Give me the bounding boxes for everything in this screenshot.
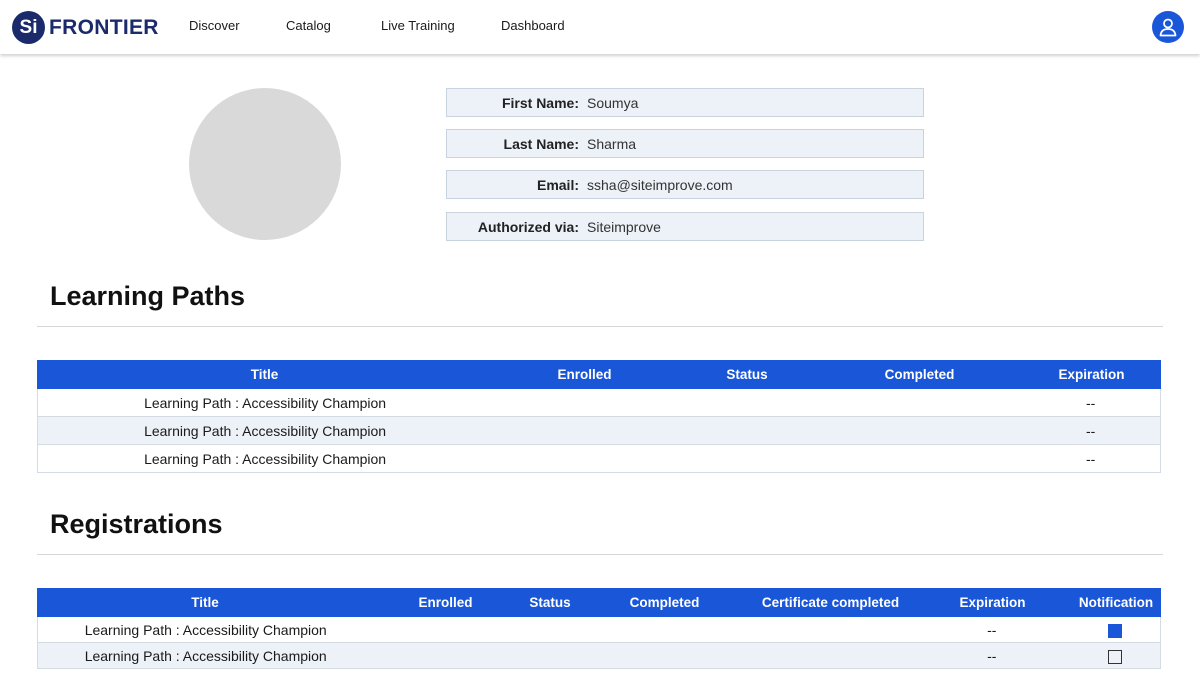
column-header-notification[interactable]: Notification [1071, 595, 1161, 610]
user-icon [1159, 18, 1177, 37]
row-title[interactable]: Learning Path : Accessibility Champion [38, 451, 492, 467]
column-header-enrolled[interactable]: Enrolled [492, 367, 677, 382]
row-notification [1070, 647, 1160, 664]
registrations-header-row: Title Enrolled Status Completed Certific… [37, 588, 1161, 617]
column-header-completed[interactable]: Completed [582, 595, 747, 610]
learning-paths-divider [37, 326, 1163, 327]
logo-text: FRONTIER [49, 15, 159, 39]
notification-checkbox[interactable] [1108, 649, 1123, 664]
column-header-status[interactable]: Status [518, 595, 582, 610]
email-label: Email: [536, 176, 579, 193]
column-header-title[interactable]: Title [37, 595, 373, 610]
row-title[interactable]: Learning Path : Accessibility Champion [38, 622, 373, 638]
registrations-table: Title Enrolled Status Completed Certific… [37, 588, 1161, 669]
column-header-expiration[interactable]: Expiration [914, 595, 1071, 610]
table-row[interactable]: Learning Path : Accessibility Champion -… [37, 389, 1161, 417]
row-expiration: -- [987, 621, 997, 638]
column-header-certificate-completed[interactable]: Certificate completed [747, 595, 914, 610]
row-notification [1070, 621, 1160, 638]
first-name-value: Soumya [587, 94, 639, 111]
learning-paths-table: Title Enrolled Status Completed Expirati… [37, 360, 1161, 473]
notification-checkbox[interactable] [1108, 623, 1123, 638]
row-expiration: -- [1085, 450, 1096, 467]
nav-live-training[interactable]: Live Training [381, 18, 455, 33]
logo-badge: Si [12, 11, 45, 44]
table-row[interactable]: Learning Path : Accessibility Champion -… [37, 643, 1161, 669]
row-title[interactable]: Learning Path : Accessibility Champion [38, 648, 373, 664]
table-row[interactable]: Learning Path : Accessibility Champion -… [37, 445, 1161, 473]
email-field: Email: ssha@siteimprove.com [446, 170, 924, 199]
last-name-field: Last Name: Sharma [446, 129, 924, 158]
first-name-field: First Name: Soumya [446, 88, 924, 117]
last-name-label: Last Name: [503, 135, 579, 152]
row-expiration: -- [1085, 394, 1096, 411]
authorized-via-value: Siteimprove [587, 218, 661, 235]
user-account-button[interactable] [1152, 11, 1184, 43]
row-title[interactable]: Learning Path : Accessibility Champion [38, 395, 492, 411]
column-header-completed[interactable]: Completed [817, 367, 1022, 382]
profile-avatar [189, 88, 341, 240]
top-navigation-bar: Si FRONTIER Discover Catalog Live Traini… [0, 0, 1200, 54]
first-name-label: First Name: [501, 94, 579, 111]
email-value: ssha@siteimprove.com [587, 176, 733, 193]
registrations-divider [37, 554, 1163, 555]
column-header-expiration[interactable]: Expiration [1022, 367, 1161, 382]
authorized-via-label: Authorized via: [477, 218, 579, 235]
row-expiration: -- [987, 647, 997, 664]
nav-discover[interactable]: Discover [189, 18, 240, 33]
learning-paths-header-row: Title Enrolled Status Completed Expirati… [37, 360, 1161, 389]
table-row[interactable]: Learning Path : Accessibility Champion -… [37, 417, 1161, 445]
authorized-via-field: Authorized via: Siteimprove [446, 212, 924, 241]
column-header-status[interactable]: Status [677, 367, 817, 382]
last-name-value: Sharma [587, 135, 637, 152]
column-header-title[interactable]: Title [37, 367, 492, 382]
nav-dashboard[interactable]: Dashboard [501, 18, 565, 33]
nav-catalog[interactable]: Catalog [286, 18, 331, 33]
frontier-logo[interactable]: Si FRONTIER [12, 11, 159, 44]
registrations-heading: Registrations [50, 509, 223, 539]
row-expiration: -- [1085, 422, 1096, 439]
table-row[interactable]: Learning Path : Accessibility Champion -… [37, 617, 1161, 643]
learning-paths-heading: Learning Paths [50, 281, 246, 311]
row-title[interactable]: Learning Path : Accessibility Champion [38, 423, 492, 439]
column-header-enrolled[interactable]: Enrolled [373, 595, 518, 610]
